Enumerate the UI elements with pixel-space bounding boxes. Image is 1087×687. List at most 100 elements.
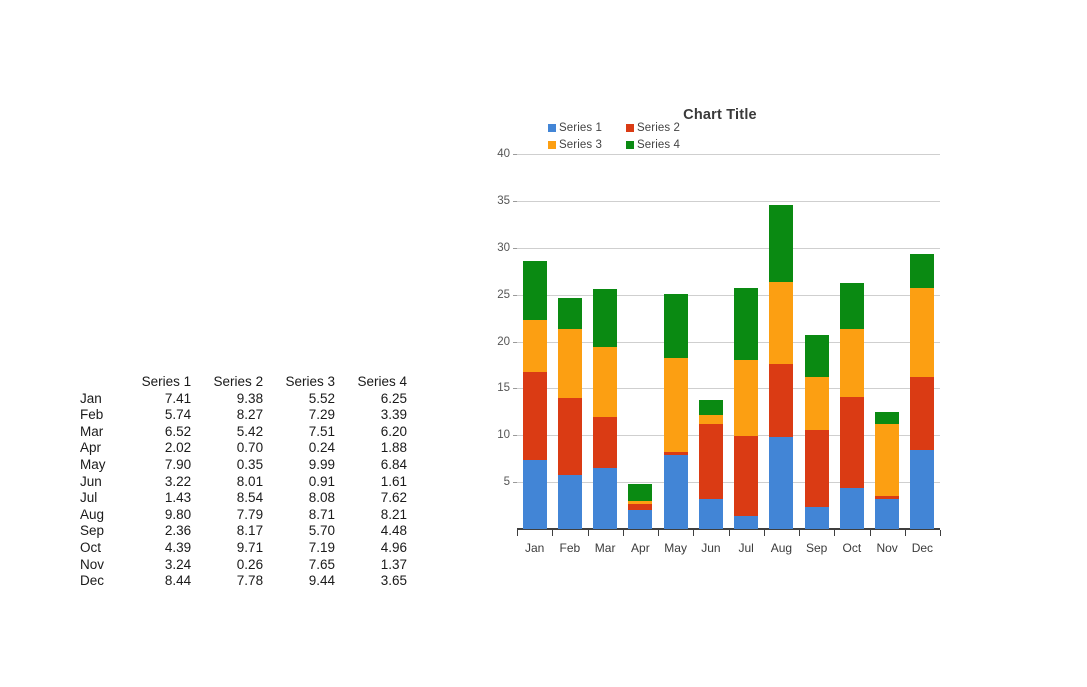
- bar-stack-aug[interactable]: [769, 205, 794, 529]
- gridline-y-35: [517, 200, 940, 202]
- bar-segment-jun-series-2[interactable]: [698, 423, 723, 499]
- legend-entry-series-2[interactable]: Series 2: [626, 119, 704, 136]
- legend-swatch-icon-series-2: [626, 123, 634, 132]
- cell-dec-series-3: 9.44: [308, 573, 336, 589]
- bar-stack-sep[interactable]: [804, 334, 829, 529]
- bar-segment-sep-series-3[interactable]: [804, 376, 829, 431]
- y-axis-tick-label-30: 30: [497, 241, 510, 254]
- bar-stack-oct[interactable]: [839, 282, 864, 529]
- bar-segment-jul-series-3[interactable]: [734, 359, 759, 436]
- table-row: Oct 4.39 9.71 7.19 4.96: [70, 540, 415, 557]
- x-tick-mark-dec: [904, 530, 906, 536]
- legend-entry-series-1[interactable]: Series 1: [548, 119, 626, 136]
- cell-jul-series-3: 8.08: [308, 490, 336, 506]
- bar-segment-mar-series-2[interactable]: [593, 417, 618, 468]
- x-axis-tick-label-nov: Nov: [876, 541, 898, 555]
- bar-segment-dec-series-2[interactable]: [910, 376, 935, 450]
- cell-jun-series-2: 8.01: [236, 473, 264, 489]
- y-axis-tick-label-35: 35: [497, 194, 510, 207]
- bar-segment-feb-series-3[interactable]: [557, 329, 582, 398]
- bar-segment-sep-series-4[interactable]: [804, 334, 829, 377]
- table-corner-header: [70, 374, 127, 391]
- bar-segment-feb-series-1[interactable]: [557, 475, 582, 529]
- bar-segment-dec-series-3[interactable]: [910, 288, 935, 377]
- bar-segment-mar-series-3[interactable]: [593, 346, 618, 418]
- bar-stack-jun[interactable]: [698, 400, 723, 529]
- y-tick-mark-35: [513, 200, 517, 202]
- cell-dec-series-1: 8.44: [164, 573, 192, 589]
- bar-stack-feb[interactable]: [557, 297, 582, 529]
- bar-segment-sep-series-1[interactable]: [804, 506, 829, 529]
- x-axis-tick-label-may: May: [664, 541, 687, 555]
- table-body: Jan 7.41 9.38 5.52 6.25 Feb 5.74 8.27 7.29 3.39 Ma…: [70, 391, 415, 590]
- cell-jul-series-4: 7.62: [380, 490, 407, 506]
- bar-segment-aug-series-1[interactable]: [769, 437, 794, 529]
- bar-segment-jan-series-3[interactable]: [522, 319, 547, 372]
- bar-segment-feb-series-2[interactable]: [557, 397, 582, 476]
- bar-segment-apr-series-4[interactable]: [628, 483, 653, 502]
- legend-label-series-1: Series 1: [559, 121, 602, 134]
- bar-segment-oct-series-4[interactable]: [839, 282, 864, 330]
- x-tick-mark-nov: [869, 530, 871, 536]
- legend-entry-series-4[interactable]: Series 4: [626, 136, 704, 153]
- bar-stack-nov[interactable]: [875, 411, 900, 529]
- row-label-may: May: [80, 456, 106, 472]
- bar-stack-jan[interactable]: [522, 261, 547, 529]
- bar-segment-jun-series-1[interactable]: [698, 498, 723, 529]
- bar-segment-apr-series-1[interactable]: [628, 510, 653, 529]
- bar-stack-mar[interactable]: [593, 288, 618, 529]
- bar-stack-dec[interactable]: [910, 254, 935, 529]
- row-label-jan: Jan: [80, 390, 102, 406]
- bar-segment-may-series-4[interactable]: [663, 293, 688, 358]
- bar-segment-nov-series-4[interactable]: [875, 411, 900, 425]
- bar-segment-dec-series-4[interactable]: [910, 254, 935, 289]
- bar-segment-jan-series-2[interactable]: [522, 371, 547, 460]
- bar-stack-may[interactable]: [663, 293, 688, 529]
- chart-title: Chart Title: [683, 107, 757, 123]
- bar-segment-aug-series-4[interactable]: [769, 205, 794, 283]
- table-row: Nov 3.24 0.26 7.65 1.37: [70, 557, 415, 574]
- bar-segment-feb-series-4[interactable]: [557, 297, 582, 330]
- bar-segment-jun-series-3[interactable]: [698, 415, 723, 424]
- bar-segment-aug-series-3[interactable]: [769, 282, 794, 365]
- bar-segment-jun-series-4[interactable]: [698, 400, 723, 416]
- bar-segment-nov-series-3[interactable]: [875, 424, 900, 497]
- series-data-table: Series 1 Series 2 Series 3 Series 4 Jan 7…: [70, 374, 415, 590]
- bar-segment-jul-series-4[interactable]: [734, 288, 759, 360]
- bar-segment-jan-series-4[interactable]: [522, 261, 547, 320]
- bar-segment-aug-series-2[interactable]: [769, 364, 794, 438]
- bar-segment-may-series-1[interactable]: [663, 454, 688, 529]
- x-tick-mark-end: [940, 530, 941, 536]
- legend-entry-series-3[interactable]: Series 3: [548, 136, 626, 153]
- bar-segment-may-series-3[interactable]: [663, 358, 688, 452]
- bar-segment-oct-series-3[interactable]: [839, 329, 864, 397]
- bar-segment-nov-series-1[interactable]: [875, 498, 900, 529]
- y-tick-mark-5: [513, 482, 517, 484]
- gridline-y-40: [517, 154, 940, 155]
- y-tick-mark-30: [513, 247, 517, 249]
- x-axis-tick-label-oct: Oct: [842, 541, 862, 555]
- bar-segment-oct-series-1[interactable]: [839, 487, 864, 529]
- bar-segment-mar-series-1[interactable]: [593, 467, 618, 529]
- cell-aug-series-1: 9.80: [164, 506, 192, 522]
- bar-segment-dec-series-1[interactable]: [910, 449, 935, 529]
- bar-segment-jul-series-1[interactable]: [734, 515, 759, 529]
- bar-segment-mar-series-4[interactable]: [593, 288, 618, 347]
- y-tick-mark-15: [513, 388, 517, 390]
- bar-segment-sep-series-2[interactable]: [804, 430, 829, 507]
- y-axis-tick-label-5: 5: [503, 476, 510, 489]
- bar-segment-oct-series-2[interactable]: [839, 396, 864, 488]
- row-label-mar: Mar: [80, 423, 104, 439]
- y-axis-tick-label-25: 25: [497, 288, 510, 301]
- cell-nov-series-1: 3.24: [164, 556, 192, 572]
- table-row: Sep 2.36 8.17 5.70 4.48: [70, 523, 415, 540]
- cell-nov-series-4: 1.37: [380, 556, 407, 572]
- bar-stack-jul[interactable]: [734, 288, 759, 529]
- gridline-y-30: [517, 247, 940, 249]
- legend-label-series-2: Series 2: [637, 121, 680, 134]
- table-row: May 7.90 0.35 9.99 6.84: [70, 457, 415, 474]
- cell-jan-series-3: 5.52: [308, 390, 336, 406]
- bar-stack-apr[interactable]: [628, 483, 653, 529]
- bar-segment-jul-series-2[interactable]: [734, 435, 759, 516]
- bar-segment-jan-series-1[interactable]: [522, 459, 547, 529]
